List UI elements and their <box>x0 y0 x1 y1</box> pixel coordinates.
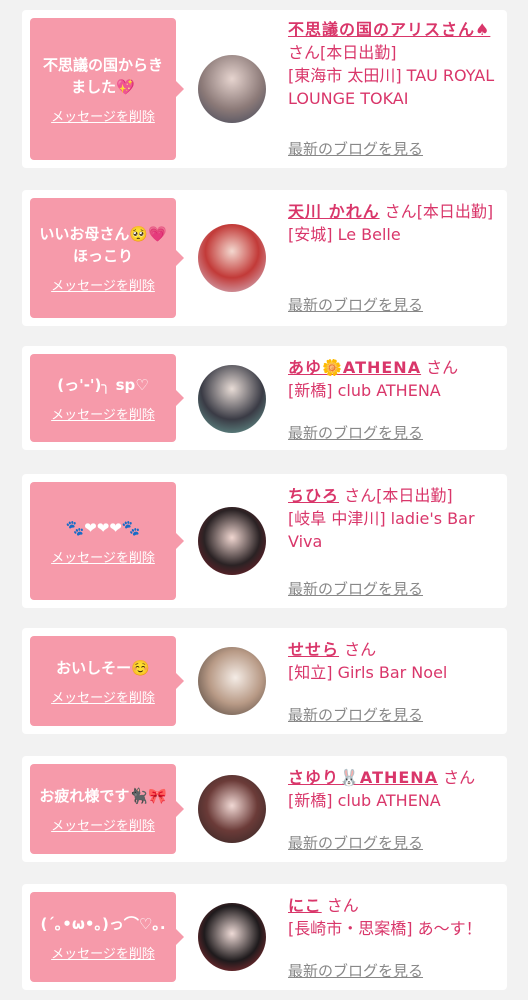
blog-link[interactable]: 最新のブログを見る <box>288 294 423 315</box>
message-bubble: お疲れ様です🐈‍⬛🎀 メッセージを削除 <box>30 764 184 854</box>
status-badge: [本日出勤] <box>376 486 453 505</box>
delete-message-link[interactable]: メッセージを削除 <box>51 815 155 834</box>
blog-link[interactable]: 最新のブログを見る <box>288 960 423 981</box>
avatar[interactable] <box>198 647 266 715</box>
message-text: おいしそー☺️ <box>56 658 150 677</box>
cast-name-link[interactable]: せせら <box>288 640 339 659</box>
san-label: さん <box>288 43 321 62</box>
delete-message-link[interactable]: メッセージを削除 <box>51 106 155 125</box>
san-label: さん <box>426 358 459 377</box>
status-badge: [本日出勤] <box>320 43 397 62</box>
san-label: さん <box>384 202 417 221</box>
message-bubble: おいしそー☺️ メッセージを削除 <box>30 636 184 726</box>
cast-name-link[interactable]: さゆり🐰ATHENA <box>288 768 438 787</box>
delete-message-link[interactable]: メッセージを削除 <box>51 547 155 566</box>
blog-link[interactable]: 最新のブログを見る <box>288 704 423 725</box>
message-bubble: (っ'-')╮ sp♡ メッセージを削除 <box>30 354 184 442</box>
message-text: お疲れ様です🐈‍⬛🎀 <box>39 786 167 805</box>
cast-info: あゆ🌼ATHENA さん [新橋] club ATHENA <box>288 356 497 402</box>
message-text: (´｡•ω•｡)っ⌒♡｡. <box>40 914 166 933</box>
avatar[interactable] <box>198 365 266 433</box>
delete-message-link[interactable]: メッセージを削除 <box>51 943 155 962</box>
shop-label: [岐阜 中津川] ladie's Bar Viva <box>288 509 475 551</box>
blog-link[interactable]: 最新のブログを見る <box>288 422 423 443</box>
shop-label: [新橋] club ATHENA <box>288 791 441 810</box>
cast-name-link[interactable]: にこ <box>288 896 322 915</box>
message-text: 不思議の国からきました💖 <box>42 55 163 96</box>
delete-message-link[interactable]: メッセージを削除 <box>51 687 155 706</box>
blog-link[interactable]: 最新のブログを見る <box>288 578 423 599</box>
delete-message-link[interactable]: メッセージを削除 <box>51 275 155 294</box>
cast-info: 不思議の国のアリスさん♠ さん[本日出勤] [東海市 太田川] TAU ROYA… <box>288 18 497 110</box>
san-label: さん <box>326 896 359 915</box>
shop-label: [長崎市・思案橋] あ〜す！ <box>288 919 482 938</box>
delete-message-link[interactable]: メッセージを削除 <box>51 404 155 423</box>
message-text: いいお母さん🥺💗ほっこり <box>39 224 167 265</box>
avatar[interactable] <box>198 55 266 123</box>
status-badge: [本日出勤] <box>416 202 494 221</box>
message-text: (っ'-')╮ sp♡ <box>57 375 149 394</box>
avatar[interactable] <box>198 903 266 971</box>
san-label: さん <box>443 768 476 787</box>
cast-name-link[interactable]: 天川 かれん <box>288 202 380 221</box>
message-bubble: (´｡•ω•｡)っ⌒♡｡. メッセージを削除 <box>30 892 184 982</box>
cast-name-link[interactable]: あゆ🌼ATHENA <box>288 358 421 377</box>
san-label: さん <box>344 486 377 505</box>
message-card: (´｡•ω•｡)っ⌒♡｡. メッセージを削除 にこ さん [長崎市・思案橋] あ… <box>22 884 507 990</box>
cast-info: さゆり🐰ATHENA さん [新橋] club ATHENA <box>288 766 497 812</box>
message-bubble: 🐾❤❤❤🐾 メッセージを削除 <box>30 482 184 600</box>
shop-label: [東海市 太田川] TAU ROYAL LOUNGE TOKAI <box>288 66 495 108</box>
message-card: お疲れ様です🐈‍⬛🎀 メッセージを削除 さゆり🐰ATHENA さん [新橋] c… <box>22 756 507 862</box>
shop-label: [知立] Girls Bar Noel <box>288 663 448 682</box>
message-card: いいお母さん🥺💗ほっこり メッセージを削除 天川 かれん さん[本日出勤] [安… <box>22 190 507 326</box>
avatar[interactable] <box>198 507 266 575</box>
message-card: おいしそー☺️ メッセージを削除 せせら さん [知立] Girls Bar N… <box>22 628 507 734</box>
message-card: 不思議の国からきました💖 メッセージを削除 不思議の国のアリスさん♠ さん[本日… <box>22 10 507 168</box>
shop-label: [安城] Le Belle <box>288 225 401 244</box>
cast-info: にこ さん [長崎市・思案橋] あ〜す！ <box>288 894 497 940</box>
avatar[interactable] <box>198 775 266 843</box>
avatar[interactable] <box>198 224 266 292</box>
message-card: (っ'-')╮ sp♡ メッセージを削除 あゆ🌼ATHENA さん [新橋] c… <box>22 346 507 450</box>
message-bubble: いいお母さん🥺💗ほっこり メッセージを削除 <box>30 198 184 318</box>
cast-info: せせら さん [知立] Girls Bar Noel <box>288 638 497 684</box>
message-text: 🐾❤❤❤🐾 <box>65 518 141 537</box>
cast-info: 天川 かれん さん[本日出勤] [安城] Le Belle <box>288 200 497 246</box>
cast-info: ちひろ さん[本日出勤] [岐阜 中津川] ladie's Bar Viva <box>288 484 497 553</box>
blog-link[interactable]: 最新のブログを見る <box>288 138 423 159</box>
message-bubble: 不思議の国からきました💖 メッセージを削除 <box>30 18 184 160</box>
san-label: さん <box>344 640 377 659</box>
cast-name-link[interactable]: 不思議の国のアリスさん♠ <box>288 20 490 39</box>
blog-link[interactable]: 最新のブログを見る <box>288 832 423 853</box>
message-card: 🐾❤❤❤🐾 メッセージを削除 ちひろ さん[本日出勤] [岐阜 中津川] lad… <box>22 474 507 608</box>
shop-label: [新橋] club ATHENA <box>288 381 441 400</box>
cast-name-link[interactable]: ちひろ <box>288 486 339 505</box>
